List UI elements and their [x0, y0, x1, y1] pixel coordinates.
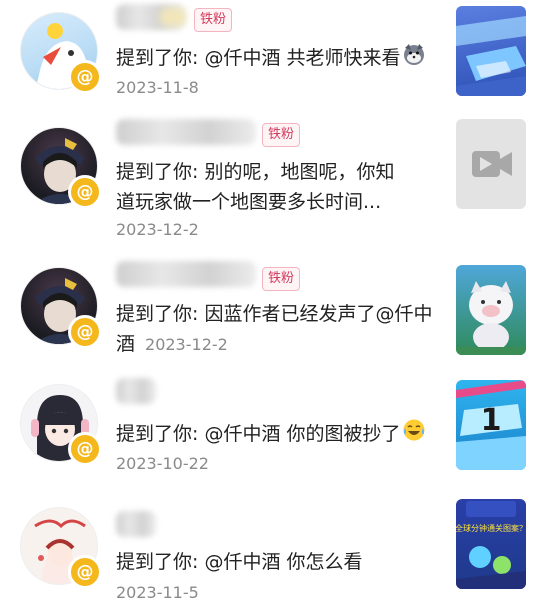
post-thumbnail[interactable] — [456, 265, 526, 355]
sparkle-blur — [160, 8, 186, 26]
notification-item-3[interactable]: 铁粉 @ 提到了你: 因蓝作者已经发声了@仟中 酒 2023-12-2 — [0, 255, 540, 370]
at-mention-badge: @ — [68, 60, 102, 94]
husky-emoji-icon — [402, 42, 426, 75]
avatar[interactable]: @ — [20, 507, 102, 589]
fan-tag: 铁粉 — [262, 267, 301, 291]
avatar[interactable]: @ — [20, 127, 102, 209]
message-text: 提到了你: @仟中酒 共老师快来看 — [116, 42, 436, 75]
timestamp: 2023-11-8 — [116, 78, 199, 97]
notification-item-4[interactable]: @ 提到了你: @仟中酒 你的图被抄了 2023-10-22 1 — [0, 370, 540, 485]
message-text-line-1: 提到了你: 别的呢，地图呢，你知 — [116, 161, 395, 183]
timestamp: 2023-11-5 — [116, 583, 199, 602]
at-mention-badge: @ — [68, 555, 102, 589]
notification-item-5[interactable]: @ 提到了你: @仟中酒 你怎么看 2023-11-5 全球分钟通关图案？ — [0, 485, 540, 603]
message-text: 提到了你: @仟中酒 你的图被抄了 — [116, 418, 436, 451]
fan-tag: 铁粉 — [194, 8, 233, 32]
avatar[interactable]: @ — [20, 267, 102, 349]
laughing-tears-emoji-icon — [402, 418, 426, 451]
timestamp: 2023-10-22 — [116, 454, 209, 473]
fan-tag: 铁粉 — [262, 123, 301, 147]
blurred-username — [116, 261, 256, 287]
avatar[interactable]: @ — [20, 12, 102, 94]
blurred-username — [116, 119, 256, 145]
at-mention-badge: @ — [68, 432, 102, 466]
video-thumbnail[interactable] — [456, 119, 526, 209]
notification-item-1[interactable]: 铁粉 @ 提到了你: @仟中酒 共老师快来看 2023-11-8 — [0, 0, 540, 115]
message-text-line-2: 酒 2023-12-2 — [116, 333, 228, 355]
at-mention-badge: @ — [68, 315, 102, 349]
timestamp: 2023-12-2 — [145, 335, 228, 354]
message-text-line-2: 道玩家做一个地图要多长时间... — [116, 191, 382, 213]
notification-item-2[interactable]: 铁粉 @ 提到了你: 别的呢，地图呢，你知 道玩家做一个地图要多长时间... 2… — [0, 115, 540, 255]
blurred-username — [116, 511, 156, 537]
thumbnail-caption: 全球分钟通关图案？ — [456, 523, 526, 533]
avatar[interactable]: @ — [20, 384, 102, 466]
message-text: 提到了你: @仟中酒 你怎么看 — [116, 551, 363, 573]
timestamp: 2023-12-2 — [116, 220, 199, 239]
blurred-username — [116, 378, 156, 404]
post-thumbnail[interactable]: 全球分钟通关图案？ — [456, 499, 526, 589]
level-number-text: 1 — [481, 403, 502, 438]
at-mention-badge: @ — [68, 175, 102, 209]
post-thumbnail[interactable] — [456, 6, 526, 96]
video-camera-icon — [472, 151, 512, 177]
post-thumbnail[interactable]: 1 — [456, 380, 526, 470]
message-text-line-1: 提到了你: 因蓝作者已经发声了@仟中 — [116, 303, 433, 325]
